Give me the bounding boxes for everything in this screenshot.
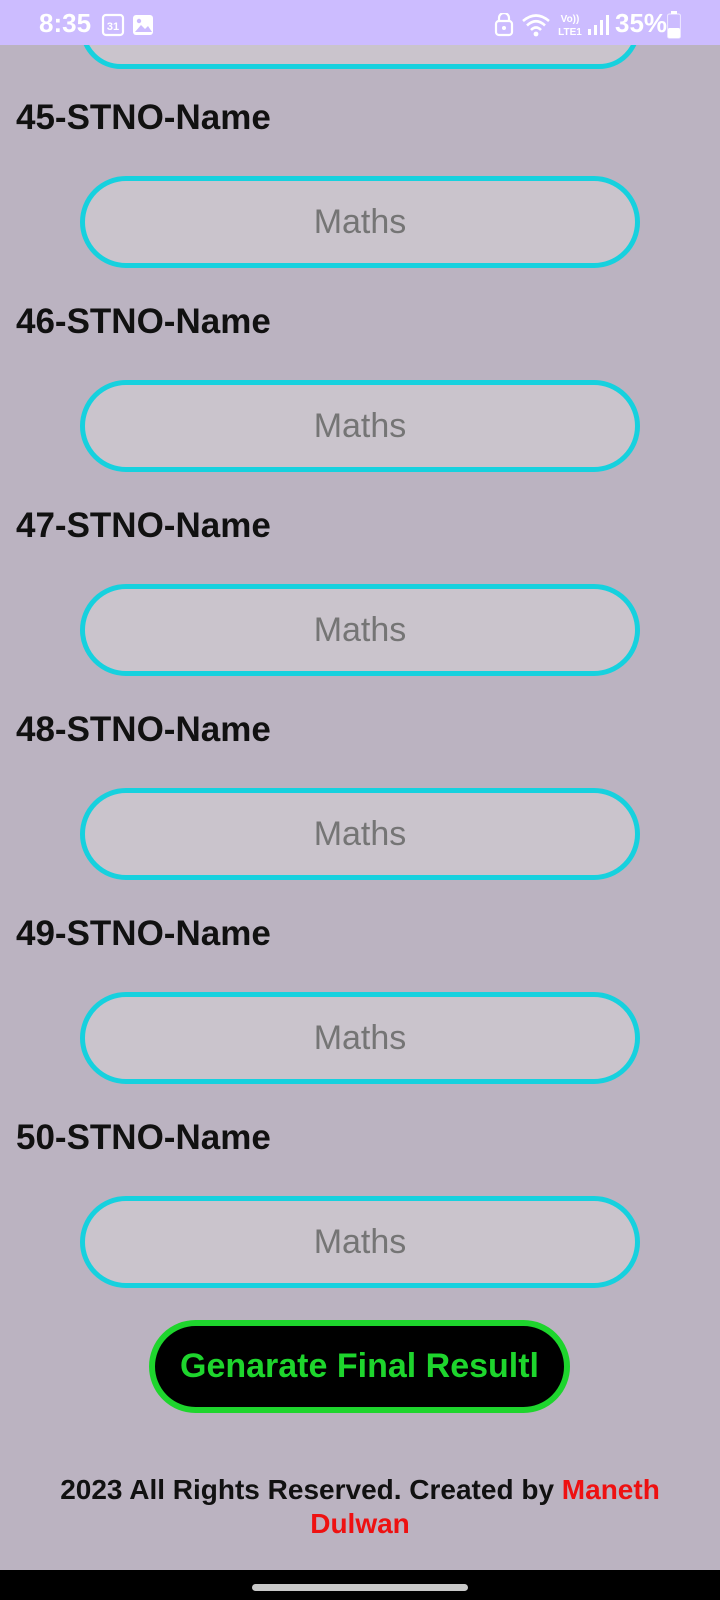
- student-marks-list[interactable]: 45-STNO-Name 46-STNO-Name 47-STNO-Name 4…: [0, 45, 720, 1570]
- status-bar: 8:35 31 Vo)) LTE1 35%: [0, 0, 720, 45]
- signal-icon: [588, 15, 609, 35]
- battery-icon: [667, 11, 681, 39]
- student-label: 48-STNO-Name: [16, 710, 271, 749]
- student-label: 45-STNO-Name: [16, 98, 271, 137]
- student-label: 47-STNO-Name: [16, 506, 271, 545]
- student-entry: 49-STNO-Name: [0, 861, 720, 1084]
- status-time: 8:35: [39, 8, 92, 38]
- footer-text: 2023 All Rights Reserved. Created by: [60, 1474, 562, 1505]
- gallery-icon: [133, 15, 153, 35]
- student-label: 49-STNO-Name: [16, 914, 271, 953]
- navigation-bar: [0, 1570, 720, 1600]
- student-label: 50-STNO-Name: [16, 1118, 271, 1157]
- generate-final-result-button[interactable]: Genarate Final Resultl: [149, 1320, 570, 1413]
- volte-lte-icon: Vo)) LTE1: [558, 14, 582, 38]
- student-entry: 48-STNO-Name: [0, 657, 720, 880]
- network-label-bottom: LTE1: [558, 27, 582, 38]
- student-entry: 47-STNO-Name: [0, 453, 720, 676]
- calendar-icon: 31: [101, 13, 125, 37]
- student-entry: 46-STNO-Name: [0, 249, 720, 472]
- maths-mark-input[interactable]: [80, 1196, 640, 1288]
- footer-credits: 2023 All Rights Reserved. Created by Man…: [40, 1473, 680, 1541]
- calendar-day: 31: [107, 21, 119, 33]
- home-gesture-handle[interactable]: [252, 1584, 468, 1591]
- student-entry: 45-STNO-Name: [0, 45, 720, 268]
- vpn-lock-icon: [494, 13, 514, 37]
- network-label-top: Vo)): [561, 14, 580, 25]
- wifi-icon: [522, 14, 550, 37]
- battery-percent: 35%: [615, 8, 668, 38]
- student-entry: 50-STNO-Name: [0, 1065, 720, 1288]
- student-label: 46-STNO-Name: [16, 302, 271, 341]
